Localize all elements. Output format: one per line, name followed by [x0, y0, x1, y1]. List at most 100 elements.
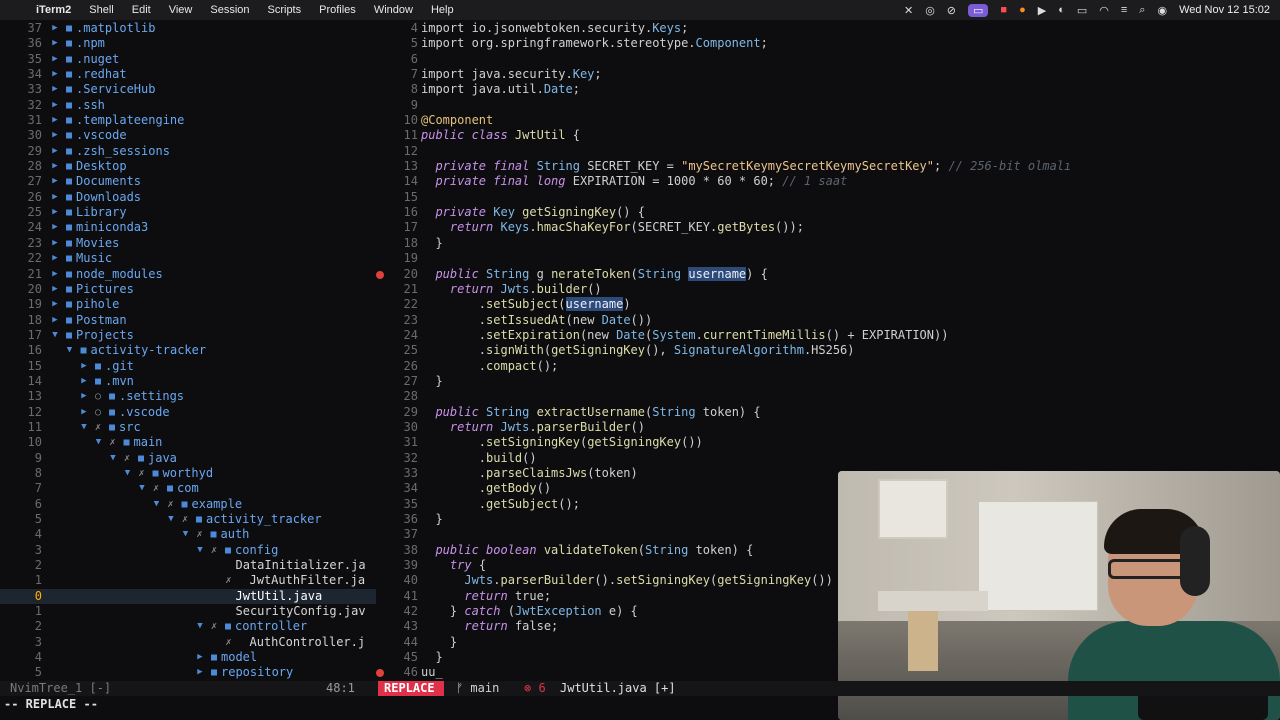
menu-profiles[interactable]: Profiles [310, 4, 365, 16]
code-line[interactable]: 18 } [376, 236, 1280, 251]
chevron-down-icon[interactable]: ▼ [164, 512, 178, 527]
code-line[interactable]: 14 private final long EXPIRATION = 1000 … [376, 174, 1280, 189]
folder-name[interactable]: .mvn [105, 374, 134, 389]
code-text[interactable]: } [421, 650, 442, 665]
code-text[interactable]: uu_ [421, 665, 443, 680]
tree-row[interactable]: 34 ▶ ■ .redhat [0, 67, 376, 82]
code-line[interactable]: 17 return Keys.hmacShaKeyFor(SECRET_KEY.… [376, 220, 1280, 235]
tree-row[interactable]: 0 JwtUtil.java [0, 588, 376, 605]
chevron-down-icon[interactable]: ▼ [179, 527, 193, 542]
code-line[interactable]: 30 return Jwts.parserBuilder() [376, 420, 1280, 435]
chevron-right-icon[interactable]: ▶ [77, 374, 91, 389]
chevron-down-icon[interactable]: ▼ [63, 343, 77, 358]
folder-name[interactable]: .git [105, 359, 134, 374]
tree-row[interactable]: 22 ▶ ■ Music [0, 251, 376, 266]
code-text[interactable]: import java.util.Date; [421, 82, 580, 97]
tree-row[interactable]: 3 ▼ ✗ ■ config [0, 543, 376, 558]
tree-row[interactable]: 30 ▶ ■ .vscode [0, 128, 376, 143]
tree-row[interactable]: 17 ▼ ■ Projects [0, 328, 376, 343]
code-text[interactable]: Jwts.parserBuilder().setSigningKey(getSi… [421, 573, 833, 588]
folder-name[interactable]: .vscode [76, 128, 127, 143]
code-text[interactable]: } [421, 236, 442, 251]
code-line[interactable]: 12 [376, 144, 1280, 159]
tree-row[interactable]: 4 ▼ ✗ ■ auth [0, 527, 376, 542]
chevron-down-icon[interactable]: ▼ [150, 497, 164, 512]
play-icon[interactable]: ▶ [1038, 4, 1046, 17]
folder-name[interactable]: .npm [76, 36, 105, 51]
tree-row[interactable]: 36 ▶ ■ .npm [0, 36, 376, 51]
code-line[interactable]: 21 return Jwts.builder() [376, 282, 1280, 297]
tree-row[interactable]: 29 ▶ ■ .zsh_sessions [0, 144, 376, 159]
chevron-right-icon[interactable]: ▶ [193, 665, 207, 680]
code-line[interactable]: 4 import io.jsonwebtoken.security.Keys; [376, 21, 1280, 36]
folder-name[interactable]: .vscode [119, 405, 170, 420]
code-line[interactable]: 16 private Key getSigningKey() { [376, 205, 1280, 220]
file-name[interactable]: SecurityConfig.jav [236, 604, 366, 619]
code-text[interactable]: private final String SECRET_KEY = "mySec… [421, 159, 1071, 174]
tree-row[interactable]: 11 ▼ ✗ ■ src [0, 420, 376, 435]
code-text[interactable]: public boolean validateToken(String toke… [421, 543, 753, 558]
tree-row[interactable]: 5 ▼ ✗ ■ activity_tracker [0, 512, 376, 527]
chevron-right-icon[interactable]: ▶ [48, 236, 62, 251]
code-text[interactable]: import org.springframework.stereotype.Co… [421, 36, 768, 51]
code-text[interactable]: .parseClaimsJws(token) [421, 466, 638, 481]
code-line[interactable]: 15 [376, 190, 1280, 205]
folder-name[interactable]: .templateengine [76, 113, 184, 128]
folder-name[interactable]: java [148, 451, 177, 466]
menu-session[interactable]: Session [201, 4, 258, 16]
chevron-right-icon[interactable]: ▶ [48, 98, 62, 113]
code-text[interactable]: .getBody() [421, 481, 551, 496]
code-text[interactable]: .setSubject(username) [421, 297, 631, 312]
chevron-right-icon[interactable]: ▶ [48, 128, 62, 143]
tree-row[interactable]: 32 ▶ ■ .ssh [0, 98, 376, 113]
code-text[interactable]: .setExpiration(new Date(System.currentTi… [421, 328, 949, 343]
tree-row[interactable]: 37 ▶ ■ .matplotlib [0, 21, 376, 36]
code-text[interactable]: } [421, 635, 457, 650]
tree-row[interactable]: 24 ▶ ■ miniconda3 [0, 220, 376, 235]
code-line[interactable]: 29 public String extractUsername(String … [376, 405, 1280, 420]
chevron-right-icon[interactable]: ▶ [48, 267, 62, 282]
chevron-down-icon[interactable]: ▼ [106, 451, 120, 466]
chevron-down-icon[interactable]: ▼ [193, 619, 207, 634]
folder-name[interactable]: example [192, 497, 243, 512]
command-line[interactable]: -- REPLACE -- [0, 697, 1280, 712]
tree-row[interactable]: 27 ▶ ■ Documents [0, 174, 376, 189]
code-text[interactable]: return Jwts.builder() [421, 282, 602, 297]
sync-icon[interactable]: ◎ [925, 4, 935, 17]
code-text[interactable]: public String g nerateToken(String usern… [421, 266, 768, 282]
search-icon[interactable]: ⌕ [1139, 4, 1145, 17]
chevron-right-icon[interactable]: ▶ [77, 405, 91, 420]
tree-row[interactable]: 6 ▼ ✗ ■ example [0, 497, 376, 512]
file-name[interactable]: AuthController.j [250, 635, 366, 650]
tree-row[interactable]: 21 ▶ ■ node_modules [0, 267, 376, 282]
folder-name[interactable]: Projects [76, 328, 134, 343]
code-line[interactable]: 11 public class JwtUtil { [376, 128, 1280, 143]
user-icon[interactable]: ◐ [1058, 4, 1065, 16]
tree-row[interactable]: 23 ▶ ■ Movies [0, 236, 376, 251]
chevron-right-icon[interactable]: ▶ [48, 159, 62, 174]
chevron-down-icon[interactable]: ▼ [135, 481, 149, 496]
tree-row[interactable]: 25 ▶ ■ Library [0, 205, 376, 220]
tree-row[interactable]: 3 ✗ AuthController.j [0, 635, 376, 650]
folder-name[interactable]: Documents [76, 174, 141, 189]
tree-row[interactable]: 14 ▶ ■ .mvn [0, 374, 376, 389]
wifi-icon[interactable]: ◠ [1099, 4, 1109, 17]
chevron-right-icon[interactable]: ▶ [48, 21, 62, 36]
code-line[interactable]: 7 import java.security.Key; [376, 67, 1280, 82]
folder-name[interactable]: Desktop [76, 159, 127, 174]
code-text[interactable]: public String extractUsername(String tok… [421, 405, 760, 420]
tree-row[interactable]: 7 ▼ ✗ ■ com [0, 481, 376, 496]
code-line[interactable]: 23 .setIssuedAt(new Date()) [376, 313, 1280, 328]
menubar-clock[interactable]: Wed Nov 12 15:02 [1179, 4, 1270, 16]
file-name[interactable]: JwtAuthFilter.ja [250, 573, 366, 588]
chevron-right-icon[interactable]: ▶ [77, 389, 91, 404]
folder-name[interactable]: .zsh_sessions [76, 144, 170, 159]
code-line[interactable]: 13 private final String SECRET_KEY = "my… [376, 159, 1280, 174]
code-text[interactable]: } [421, 374, 442, 389]
tree-row[interactable]: 19 ▶ ■ pihole [0, 297, 376, 312]
tree-row[interactable]: 33 ▶ ■ .ServiceHub [0, 82, 376, 97]
chevron-down-icon[interactable]: ▼ [48, 328, 62, 343]
code-line[interactable]: 8 import java.util.Date; [376, 82, 1280, 97]
tree-row[interactable]: 16 ▼ ■ activity-tracker [0, 343, 376, 358]
code-line[interactable]: 32 .build() [376, 451, 1280, 466]
